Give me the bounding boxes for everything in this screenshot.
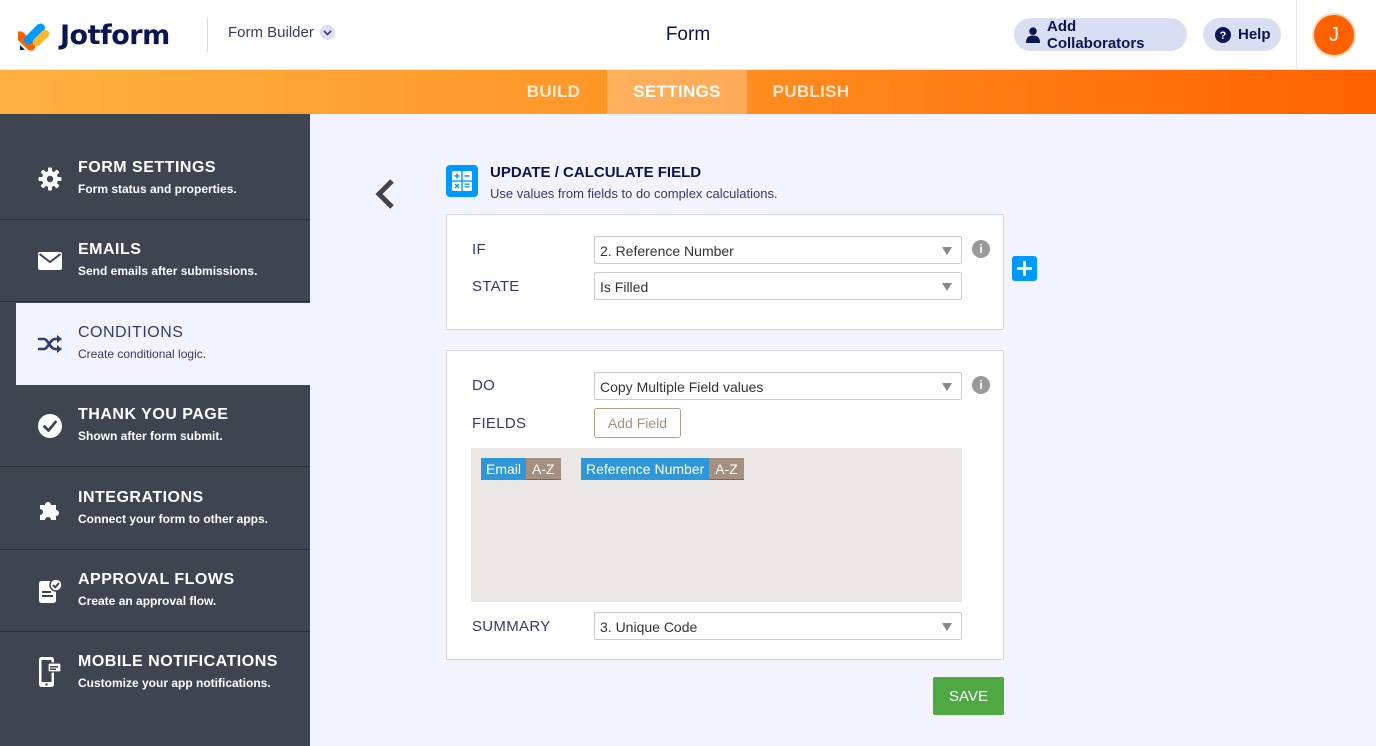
panel-subtitle: Use values from fields to do complex cal… bbox=[490, 186, 778, 201]
info-icon[interactable]: i bbox=[972, 240, 990, 258]
sidebar-item-emails[interactable]: EMAILS Send emails after submissions. bbox=[0, 220, 310, 302]
envelope-icon bbox=[37, 248, 63, 274]
summary-label: SUMMARY bbox=[472, 618, 551, 635]
avatar[interactable]: J bbox=[1312, 13, 1356, 57]
jotform-logo[interactable]: Jotform bbox=[18, 18, 170, 52]
sidebar-item-subtitle: Form status and properties. bbox=[78, 182, 237, 196]
sidebar-item-thank-you-page[interactable]: THANK YOU PAGE Shown after form submit. bbox=[0, 385, 310, 467]
tab-publish[interactable]: PUBLISH bbox=[747, 70, 875, 114]
summary-select[interactable]: 3. Unique Code bbox=[594, 612, 962, 640]
help-label: Help bbox=[1238, 26, 1271, 43]
back-button[interactable] bbox=[372, 178, 398, 210]
form-builder-label: Form Builder bbox=[228, 24, 314, 41]
sort-az-toggle[interactable]: A-Z bbox=[709, 458, 744, 480]
if-label: IF bbox=[472, 241, 486, 258]
tab-settings[interactable]: SETTINGS bbox=[607, 70, 747, 114]
state-label: STATE bbox=[472, 278, 520, 295]
add-field-button[interactable]: Add Field bbox=[594, 408, 681, 438]
sidebar-item-subtitle: Create conditional logic. bbox=[78, 347, 207, 361]
field-chip-name: Reference Number bbox=[581, 458, 710, 480]
question-circle-icon: ? bbox=[1215, 26, 1231, 43]
action-card: DO Copy Multiple Field values i FIELDS A… bbox=[446, 350, 1004, 660]
sidebar-item-title: THANK YOU PAGE bbox=[78, 406, 229, 423]
add-condition-button[interactable] bbox=[1012, 256, 1037, 281]
puzzle-icon bbox=[37, 496, 63, 522]
info-icon[interactable]: i bbox=[972, 376, 990, 394]
panel-title: UPDATE / CALCULATE FIELD bbox=[490, 164, 702, 181]
sidebar-item-approval-flows[interactable]: APPROVAL FLOWS Create an approval flow. bbox=[0, 550, 310, 632]
tab-build[interactable]: BUILD bbox=[500, 70, 607, 114]
header-divider-right bbox=[1296, 0, 1297, 70]
check-circle-icon bbox=[37, 413, 63, 439]
save-button[interactable]: SAVE bbox=[933, 677, 1004, 715]
if-field-select[interactable]: 2. Reference Number bbox=[594, 236, 962, 264]
summary-value: 3. Unique Code bbox=[600, 619, 698, 635]
sidebar-item-conditions[interactable]: CONDITIONS Create conditional logic. bbox=[16, 303, 310, 385]
shuffle-icon bbox=[37, 331, 63, 357]
chevron-down-icon bbox=[319, 25, 335, 40]
do-action-value: Copy Multiple Field values bbox=[600, 379, 764, 395]
field-chip-email[interactable]: Email A-Z bbox=[481, 458, 561, 480]
sidebar-item-title: MOBILE NOTIFICATIONS bbox=[78, 653, 278, 670]
gear-icon bbox=[37, 166, 63, 192]
sidebar-item-integrations[interactable]: INTEGRATIONS Connect your form to other … bbox=[0, 468, 310, 550]
top-header: Jotform Form Builder Form Add Collaborat… bbox=[0, 0, 1376, 70]
sidebar-item-subtitle: Send emails after submissions. bbox=[78, 264, 258, 278]
plus-icon bbox=[1017, 261, 1032, 276]
dropdown-arrow-icon bbox=[942, 383, 952, 391]
dropdown-arrow-icon bbox=[942, 283, 952, 291]
settings-sidebar: FORM SETTINGS Form status and properties… bbox=[0, 114, 310, 746]
sidebar-item-title: EMAILS bbox=[78, 241, 142, 258]
logo-text: Jotform bbox=[60, 19, 170, 51]
sidebar-item-title: CONDITIONS bbox=[78, 324, 184, 341]
if-field-value: 2. Reference Number bbox=[600, 243, 734, 259]
header-divider bbox=[207, 18, 208, 52]
approval-icon bbox=[37, 578, 63, 604]
sidebar-item-subtitle: Customize your app notifications. bbox=[78, 676, 271, 690]
user-icon bbox=[1026, 26, 1040, 43]
sidebar-item-subtitle: Connect your form to other apps. bbox=[78, 512, 269, 526]
condition-card: IF 2. Reference Number i STATE Is Filled bbox=[446, 214, 1004, 330]
add-collaborators-button[interactable]: Add Collaborators bbox=[1014, 17, 1187, 52]
fields-label: FIELDS bbox=[472, 415, 527, 432]
calculator-icon bbox=[446, 165, 478, 197]
state-select[interactable]: Is Filled bbox=[594, 272, 962, 300]
selected-fields-area[interactable]: Email A-Z Reference Number A-Z bbox=[471, 448, 962, 602]
sidebar-item-subtitle: Create an approval flow. bbox=[78, 594, 217, 608]
dropdown-arrow-icon bbox=[942, 247, 952, 255]
sidebar-item-mobile-notifications[interactable]: MOBILE NOTIFICATIONS Customize your app … bbox=[0, 632, 310, 714]
do-action-select[interactable]: Copy Multiple Field values bbox=[594, 372, 962, 400]
state-value: Is Filled bbox=[600, 279, 649, 295]
jotform-logo-icon bbox=[18, 23, 50, 51]
svg-text:?: ? bbox=[1220, 30, 1227, 42]
sidebar-item-title: INTEGRATIONS bbox=[78, 489, 204, 506]
dropdown-arrow-icon bbox=[942, 623, 952, 631]
sidebar-item-form-settings[interactable]: FORM SETTINGS Form status and properties… bbox=[0, 138, 310, 220]
add-collaborators-label: Add Collaborators bbox=[1047, 17, 1145, 52]
sidebar-item-title: APPROVAL FLOWS bbox=[78, 571, 235, 588]
field-chip-reference-number[interactable]: Reference Number A-Z bbox=[581, 458, 744, 480]
help-button[interactable]: ? Help bbox=[1203, 18, 1281, 51]
do-label: DO bbox=[472, 377, 496, 394]
main-tabs: BUILD SETTINGS PUBLISH bbox=[0, 70, 1376, 114]
field-chip-name: Email bbox=[481, 458, 527, 480]
chevron-left-icon bbox=[375, 179, 394, 209]
sidebar-item-title: FORM SETTINGS bbox=[78, 159, 217, 176]
mobile-icon bbox=[37, 657, 63, 687]
form-builder-dropdown[interactable]: Form Builder bbox=[228, 24, 335, 41]
sidebar-item-subtitle: Shown after form submit. bbox=[78, 429, 223, 443]
sort-az-toggle[interactable]: A-Z bbox=[526, 458, 561, 480]
